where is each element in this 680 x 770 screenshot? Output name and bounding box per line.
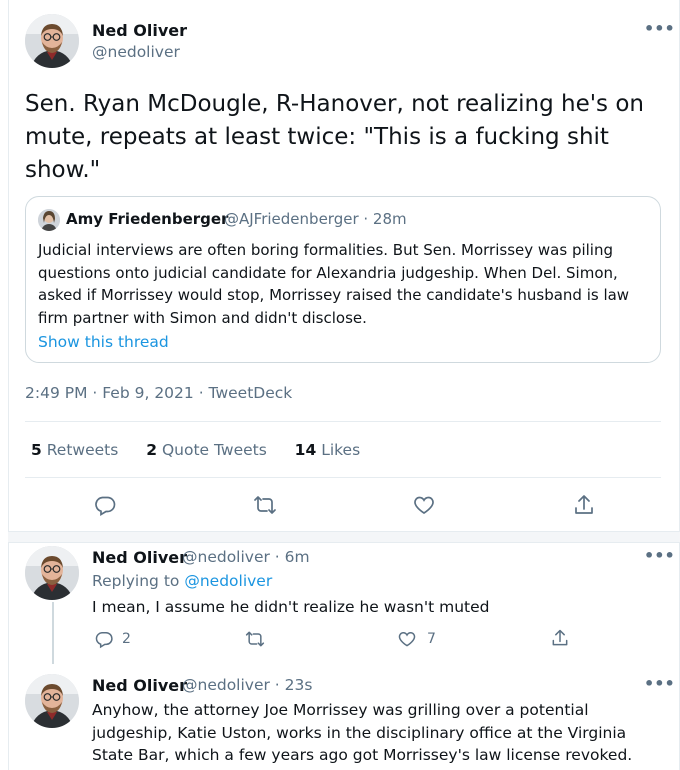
avatar-image <box>25 674 79 728</box>
author-avatar[interactable] <box>25 14 79 68</box>
divider <box>25 477 661 478</box>
retweets-count: 5 <box>31 441 42 459</box>
more-icon[interactable]: ••• <box>644 546 675 565</box>
replying-to-link[interactable]: @nedoliver <box>184 572 272 590</box>
retweet-icon[interactable] <box>253 493 277 517</box>
share-icon[interactable] <box>550 628 570 648</box>
reply-meta[interactable]: @nedoliver · 23s <box>182 676 312 694</box>
tweet-text: Sen. Ryan McDougle, R-Hanover, not reali… <box>25 91 645 183</box>
retweets-label: Retweets <box>46 441 119 459</box>
share-icon[interactable] <box>572 493 596 517</box>
reply-text: Anyhow, the attorney Joe Morrissey was g… <box>92 701 633 764</box>
reply-avatar[interactable] <box>25 546 79 600</box>
reply-icon[interactable] <box>94 629 114 649</box>
reply-icon[interactable] <box>93 493 117 517</box>
reply-count: 2 <box>122 631 131 647</box>
reply-meta[interactable]: @nedoliver · 6m <box>182 548 310 566</box>
reply-text: I mean, I assume he didn't realize he wa… <box>92 598 490 616</box>
quoted-author-name: Amy Friedenberger <box>66 210 229 228</box>
quoted-author-avatar <box>38 209 60 231</box>
likes-stat[interactable]: 14 Likes <box>295 441 361 459</box>
section-separator <box>8 531 680 543</box>
retweets-stat[interactable]: 5 Retweets <box>31 441 118 459</box>
avatar-image <box>25 546 79 600</box>
quotes-count: 2 <box>146 441 157 459</box>
likes-count: 14 <box>294 441 317 459</box>
heart-icon[interactable] <box>397 629 417 649</box>
more-icon[interactable]: ••• <box>644 19 675 38</box>
reply-author-name[interactable]: Ned Oliver <box>92 676 187 695</box>
author-name[interactable]: Ned Oliver <box>92 21 187 40</box>
heart-icon[interactable] <box>412 493 436 517</box>
like-count: 7 <box>427 631 436 647</box>
quoted-tweet-text: Judicial interviews are often boring for… <box>38 241 630 327</box>
more-icon[interactable]: ••• <box>644 674 675 693</box>
show-thread-link[interactable]: Show this thread <box>38 333 169 351</box>
divider <box>25 421 661 422</box>
replying-prefix: Replying to <box>92 572 180 590</box>
left-border <box>8 0 9 770</box>
retweet-icon[interactable] <box>245 629 265 649</box>
thread-connector <box>52 602 54 664</box>
quoted-tweet[interactable]: Amy Friedenberger @AJFriedenberger · 28m… <box>25 196 661 363</box>
likes-label: Likes <box>321 441 361 459</box>
quotes-stat[interactable]: 2 Quote Tweets <box>146 441 267 459</box>
avatar-image <box>25 14 79 68</box>
engagement-stats: 5 Retweets 2 Quote Tweets 14 Likes <box>31 441 360 459</box>
tweet-timestamp[interactable]: 2:49 PM · Feb 9, 2021 · TweetDeck <box>25 384 292 402</box>
reply-avatar[interactable] <box>25 674 79 728</box>
reply-author-name[interactable]: Ned Oliver <box>92 548 187 567</box>
quoted-author-handle: @AJFriedenberger · 28m <box>224 210 407 228</box>
quotes-label: Quote Tweets <box>161 441 267 459</box>
replying-to: Replying to @nedoliver <box>92 572 272 590</box>
author-handle[interactable]: @nedoliver <box>92 43 180 61</box>
quoted-avatar-image <box>38 209 60 231</box>
